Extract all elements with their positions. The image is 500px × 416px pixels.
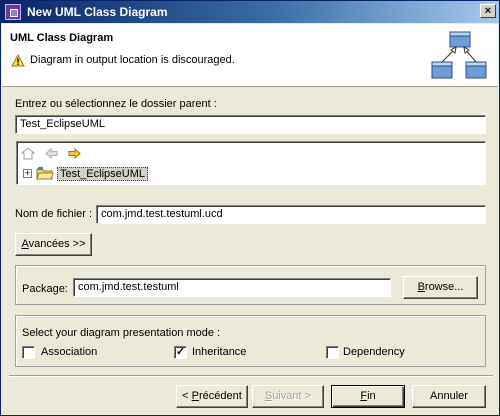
back-label-rest: récédent — [199, 390, 242, 402]
advanced-mnemonic: A — [21, 238, 29, 250]
footer-separator — [9, 375, 493, 377]
parent-folder-input[interactable]: Test_EclipseUML — [15, 115, 486, 134]
uml-app-icon — [5, 4, 21, 20]
class-diagram-icon — [431, 31, 487, 79]
expand-toggle[interactable]: + — [23, 169, 32, 178]
warning-icon — [11, 54, 25, 67]
file-name-input[interactable]: com.jmd.test.testuml.ucd — [96, 205, 486, 224]
project-folder-icon — [36, 167, 54, 180]
title-bar[interactable]: New UML Class Diagram × — [1, 1, 499, 23]
close-button[interactable]: × — [480, 4, 496, 18]
back-button[interactable]: < Précédent — [176, 385, 248, 408]
banner-heading: UML Class Diagram — [10, 32, 114, 44]
browse-label-rest: rowse... — [424, 281, 464, 293]
finish-button[interactable]: Fin — [331, 385, 405, 408]
window-title: New UML Class Diagram — [27, 5, 168, 19]
inheritance-label[interactable]: Inheritance — [192, 346, 246, 358]
browse-mnemonic: B — [417, 281, 425, 293]
next-label-rest: uivant > — [272, 390, 312, 402]
back-prefix: < — [182, 390, 192, 402]
association-label[interactable]: Association — [41, 346, 97, 358]
tree-item-label[interactable]: Test_EclipseUML — [57, 167, 148, 181]
dialog-window: New UML Class Diagram × UML Class Diagra… — [0, 0, 500, 416]
package-input[interactable]: com.jmd.test.testuml — [73, 278, 391, 297]
finish-label-rest: in — [367, 390, 376, 402]
next-button[interactable]: Suivant > — [252, 385, 324, 408]
inheritance-checkbox[interactable]: ✓ — [174, 346, 187, 359]
dependency-label[interactable]: Dependency — [343, 346, 405, 358]
folder-tree[interactable]: + Test_EclipseUML — [16, 141, 486, 185]
file-name-label: Nom de fichier : — [15, 208, 93, 220]
parent-folder-label: Entrez ou sélectionnez le dossier parent… — [15, 98, 217, 110]
presentation-mode-label: Select your diagram presentation mode : — [22, 327, 221, 339]
association-checkbox[interactable] — [22, 346, 35, 359]
presentation-mode-group — [15, 315, 486, 367]
wizard-banner: UML Class Diagram Diagram in output loca… — [2, 24, 498, 87]
package-label: Package: — [22, 283, 68, 295]
browse-button[interactable]: Browse... — [403, 276, 478, 299]
dependency-checkbox[interactable] — [326, 346, 339, 359]
back-arrow-icon[interactable] — [45, 147, 59, 160]
advanced-label-rest: vancées >> — [28, 238, 86, 250]
back-mnemonic: P — [191, 390, 199, 402]
home-icon[interactable] — [21, 147, 35, 160]
forward-arrow-icon[interactable] — [67, 147, 81, 160]
advanced-button[interactable]: Avancées >> — [15, 233, 92, 256]
banner-message: Diagram in output location is discourage… — [30, 54, 235, 66]
cancel-button[interactable]: Annuler — [412, 385, 486, 408]
